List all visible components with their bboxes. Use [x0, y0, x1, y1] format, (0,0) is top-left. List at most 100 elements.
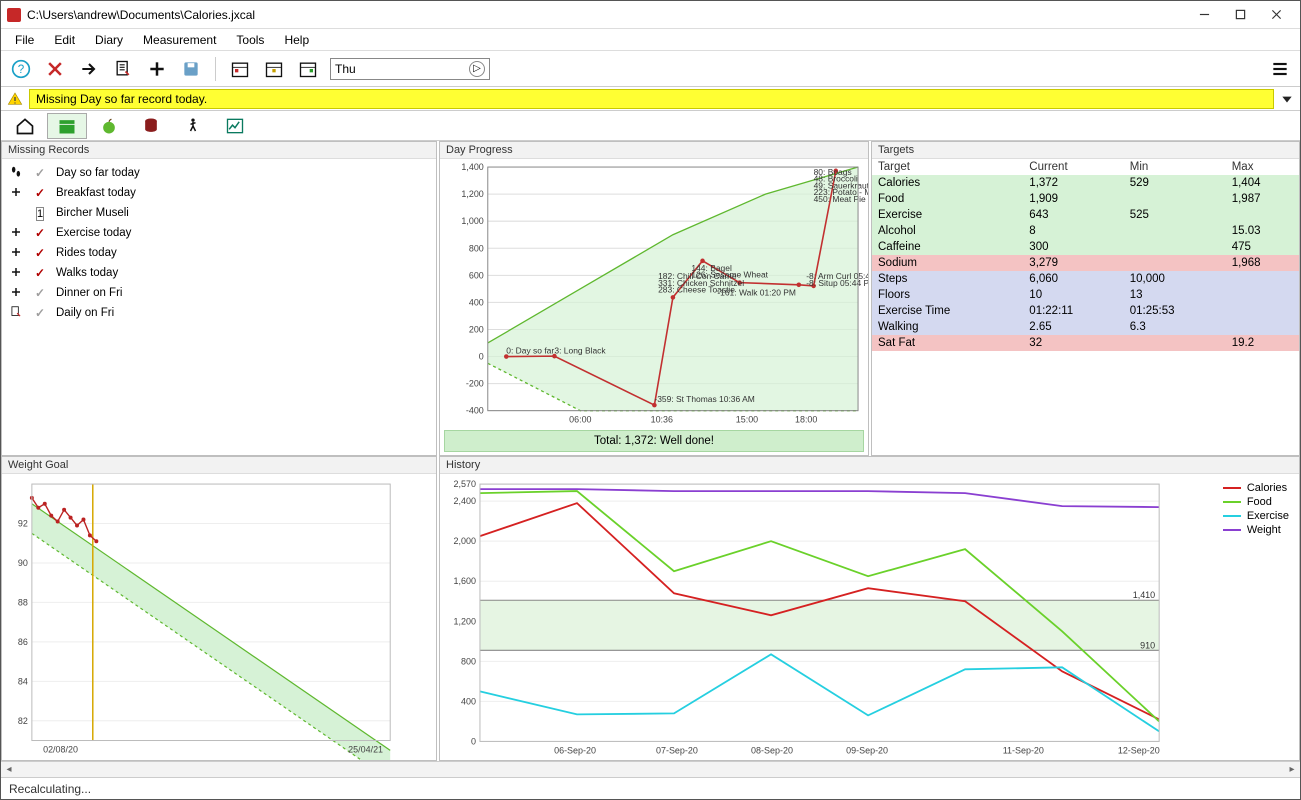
- help-icon[interactable]: ?: [9, 57, 33, 81]
- targets-row[interactable]: Calories1,3725291,404: [872, 175, 1299, 191]
- targets-row[interactable]: Exercise643525: [872, 207, 1299, 223]
- targets-cell: 525: [1124, 207, 1226, 223]
- maximize-button[interactable]: [1222, 4, 1258, 26]
- minimize-button[interactable]: [1186, 4, 1222, 26]
- targets-col-header: Target: [872, 159, 1023, 175]
- svg-text:400: 400: [469, 297, 484, 307]
- targets-row[interactable]: Sodium3,2791,968: [872, 255, 1299, 271]
- add-icon[interactable]: [145, 57, 169, 81]
- app-icon: [7, 8, 21, 22]
- notification-message: Missing Day so far record today.: [29, 89, 1274, 109]
- edit-icon[interactable]: [111, 57, 135, 81]
- svg-text:0: 0: [471, 736, 476, 746]
- targets-row[interactable]: Caffeine300475: [872, 239, 1299, 255]
- targets-row[interactable]: Sat Fat3219.2: [872, 335, 1299, 351]
- targets-row[interactable]: Walking2.656.3: [872, 319, 1299, 335]
- missing-record-row[interactable]: 1Bircher Museli: [8, 203, 430, 223]
- history-legend: CaloriesFoodExerciseWeight: [1223, 482, 1289, 538]
- missing-record-row[interactable]: ✓Rides today: [8, 243, 430, 263]
- plus-icon: [8, 266, 24, 281]
- missing-record-row[interactable]: ✓Dinner on Fri: [8, 283, 430, 303]
- svg-text:12-Sep-20: 12-Sep-20: [1118, 745, 1160, 755]
- legend-item: Weight: [1223, 524, 1289, 536]
- missing-record-row[interactable]: ✓Walks today: [8, 263, 430, 283]
- targets-table: TargetCurrentMinMaxCalories1,3725291,404…: [872, 159, 1299, 351]
- svg-text:0: 0: [479, 352, 484, 362]
- legend-item: Calories: [1223, 482, 1289, 494]
- history-chart: 04008001,2001,6002,0002,4002,5701,410910…: [440, 474, 1299, 761]
- missing-record-row[interactable]: ✓Exercise today: [8, 223, 430, 243]
- menu-measurement[interactable]: Measurement: [135, 31, 224, 49]
- panel-dayprog-header: Day Progress: [440, 142, 868, 159]
- svg-text:07-Sep-20: 07-Sep-20: [656, 745, 698, 755]
- menu-diary[interactable]: Diary: [87, 31, 131, 49]
- svg-text:92: 92: [18, 518, 28, 528]
- check-icon: ✓: [32, 246, 48, 260]
- svg-text:1,200: 1,200: [454, 616, 476, 626]
- save-icon[interactable]: [179, 57, 203, 81]
- scroll-right-icon[interactable]: ▸: [1284, 762, 1300, 777]
- panel-missing-header: Missing Records: [2, 142, 436, 159]
- tab-exercise[interactable]: [173, 113, 213, 139]
- horizontal-scrollbar[interactable]: ◂ ▸: [1, 761, 1300, 777]
- svg-text:1,600: 1,600: [454, 576, 476, 586]
- targets-cell: 32: [1023, 335, 1123, 351]
- missing-record-row[interactable]: ✓Daily on Fri: [8, 303, 430, 323]
- menu-file[interactable]: File: [7, 31, 42, 49]
- targets-row[interactable]: Food1,9091,987: [872, 191, 1299, 207]
- check-icon: ✓: [32, 226, 48, 240]
- forward-icon[interactable]: [77, 57, 101, 81]
- targets-row[interactable]: Alcohol815.03: [872, 223, 1299, 239]
- scroll-left-icon[interactable]: ◂: [1, 762, 17, 777]
- tab-chart[interactable]: [215, 113, 255, 139]
- chevron-right-icon[interactable]: ▷: [469, 61, 485, 77]
- tab-food[interactable]: [89, 113, 129, 139]
- titlebar: C:\Users\andrew\Documents\Calories.jxcal: [1, 1, 1300, 29]
- check-icon: ✓: [32, 266, 48, 280]
- close-button[interactable]: [1258, 4, 1294, 26]
- targets-cell: 15.03: [1226, 223, 1299, 239]
- missing-record-row[interactable]: ✓Breakfast today: [8, 183, 430, 203]
- targets-row[interactable]: Floors1013: [872, 287, 1299, 303]
- menu-help[interactable]: Help: [276, 31, 317, 49]
- svg-text:200: 200: [469, 324, 484, 334]
- targets-cell: 1,404: [1226, 175, 1299, 191]
- menu-edit[interactable]: Edit: [46, 31, 83, 49]
- dropdown-icon[interactable]: [1280, 92, 1294, 106]
- targets-cell: 6.3: [1124, 319, 1226, 335]
- targets-cell: 643: [1023, 207, 1123, 223]
- svg-text:18:00: 18:00: [795, 415, 817, 425]
- targets-cell: [1226, 207, 1299, 223]
- targets-cell: 475: [1226, 239, 1299, 255]
- targets-cell: [1124, 255, 1226, 271]
- menu-tools[interactable]: Tools: [228, 31, 272, 49]
- qty-box[interactable]: 1: [36, 207, 44, 221]
- scroll-track[interactable]: [17, 762, 1284, 777]
- targets-cell: 2.65: [1023, 319, 1123, 335]
- hamburger-icon[interactable]: [1268, 57, 1292, 81]
- calendar-b-icon[interactable]: [262, 57, 286, 81]
- svg-text:800: 800: [461, 656, 476, 666]
- calendar-a-icon[interactable]: [228, 57, 252, 81]
- svg-text:1,000: 1,000: [461, 216, 483, 226]
- svg-text:910: 910: [1140, 640, 1155, 650]
- targets-cell: Floors: [872, 287, 1023, 303]
- plus-icon: [8, 246, 24, 261]
- missing-record-row[interactable]: ✓Day so far today: [8, 163, 430, 183]
- tab-calendar[interactable]: [47, 113, 87, 139]
- targets-cell: [1226, 271, 1299, 287]
- targets-row[interactable]: Steps6,06010,000: [872, 271, 1299, 287]
- day-select[interactable]: Thu ▷: [330, 58, 490, 80]
- targets-col-header: Min: [1124, 159, 1226, 175]
- svg-text:06-Sep-20: 06-Sep-20: [554, 745, 596, 755]
- svg-text:2,400: 2,400: [454, 496, 476, 506]
- svg-text:25/04/21: 25/04/21: [348, 745, 383, 755]
- tab-home[interactable]: [5, 113, 45, 139]
- targets-cell: 10,000: [1124, 271, 1226, 287]
- delete-icon[interactable]: [43, 57, 67, 81]
- svg-text:84: 84: [18, 676, 28, 686]
- targets-row[interactable]: Exercise Time01:22:1101:25:53: [872, 303, 1299, 319]
- targets-cell: 8: [1023, 223, 1123, 239]
- tab-database[interactable]: [131, 113, 171, 139]
- calendar-c-icon[interactable]: [296, 57, 320, 81]
